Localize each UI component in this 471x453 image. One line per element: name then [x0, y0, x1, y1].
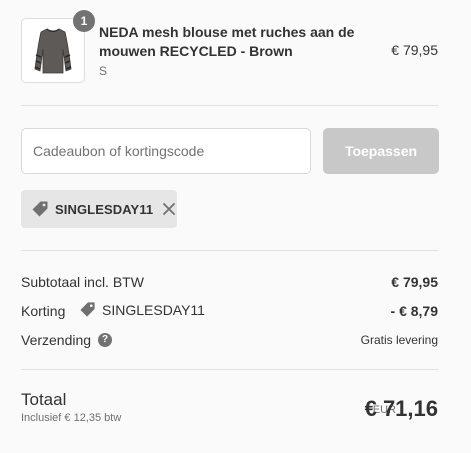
subtotal-label: Subtotaal incl. BTW [21, 274, 144, 290]
apply-button[interactable]: Toepassen [323, 128, 439, 174]
close-icon[interactable] [163, 203, 176, 215]
divider [21, 250, 438, 251]
quantity-badge: 1 [73, 10, 95, 32]
applied-discount-tag: SINGLESDAY11 [21, 190, 177, 228]
product-variant: S [99, 64, 108, 78]
subtotal-value: € 79,95 [391, 274, 438, 290]
tag-icon [79, 301, 96, 318]
discount-label: Korting [21, 303, 66, 319]
discount-code-input[interactable] [21, 128, 311, 174]
total-label: Totaal [21, 390, 67, 409]
divider [21, 105, 438, 106]
discount-value: - € 8,79 [390, 303, 438, 319]
grand-total: € 71,16 [364, 396, 438, 421]
applied-code-label: SINGLESDAY11 [55, 201, 154, 217]
question-icon[interactable]: ? [98, 333, 112, 347]
discount-code-display: SINGLESDAY11 [79, 301, 205, 318]
shipping-label: Verzending [21, 332, 92, 348]
blouse-image [34, 28, 72, 73]
shipping-value: Gratis levering [360, 333, 438, 347]
discount-code-text: SINGLESDAY11 [102, 301, 205, 318]
order-summary: 1 NEDA mesh blouse met ruches aan de mou… [0, 0, 471, 453]
tag-icon [31, 200, 49, 218]
product-price: € 79,95 [391, 42, 438, 58]
divider [21, 369, 438, 370]
product-name: NEDA mesh blouse met ruches aan de mouwe… [99, 24, 355, 59]
tax-note: Inclusief € 12,35 btw [21, 412, 122, 424]
